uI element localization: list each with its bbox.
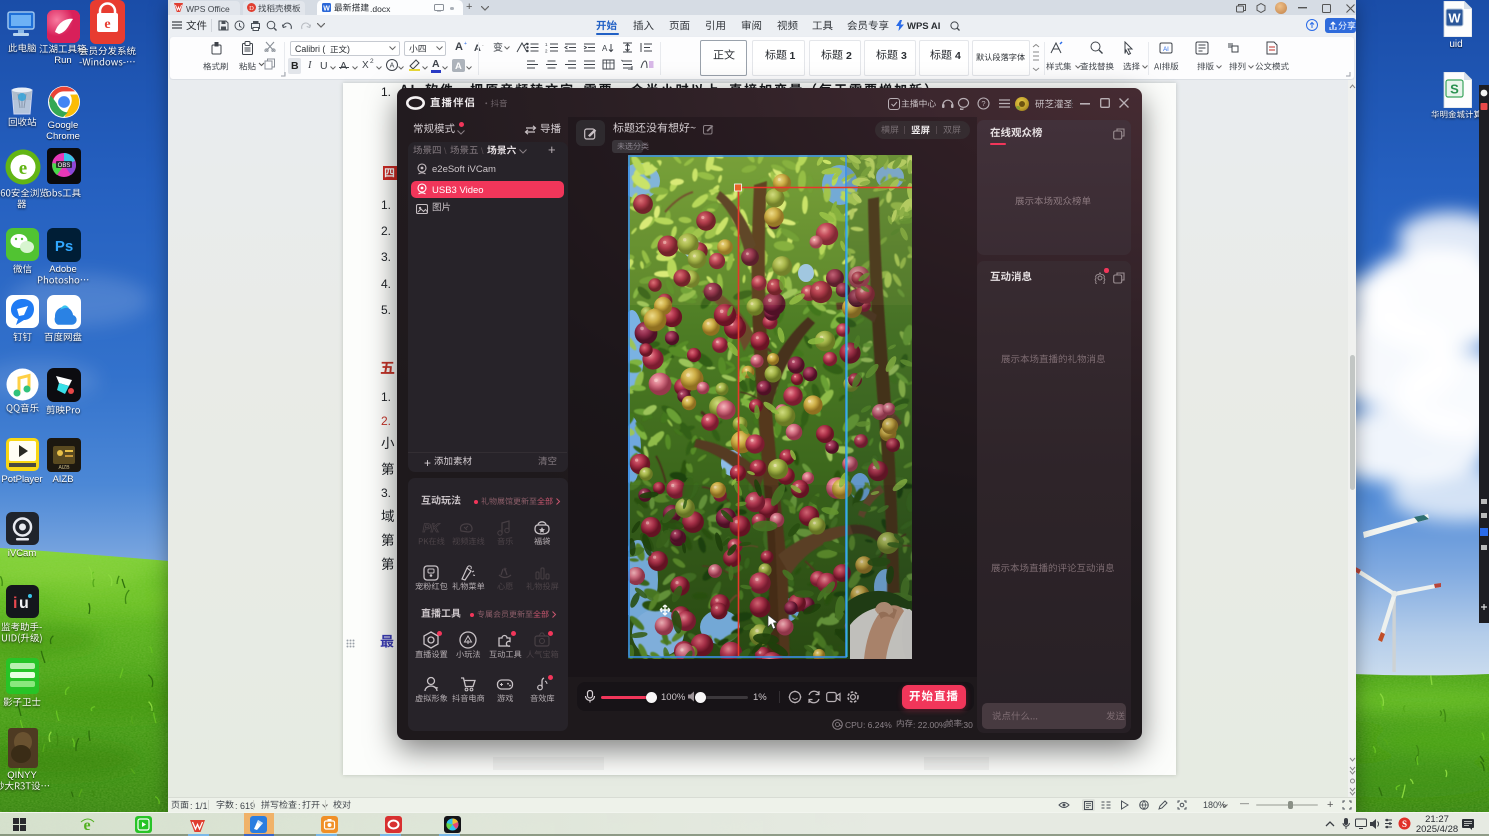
svg-text:W: W: [1448, 11, 1461, 26]
svg-text:-: -: [482, 43, 484, 48]
svg-text:OBS: OBS: [58, 163, 71, 169]
svg-text:S: S: [1450, 82, 1459, 97]
svg-text:A: A: [390, 63, 395, 70]
svg-text:1: 1: [545, 42, 548, 47]
svg-text:2: 2: [545, 49, 548, 54]
svg-text:S: S: [1402, 819, 1407, 829]
svg-text:D: D: [249, 5, 254, 12]
svg-text:AI: AI: [1163, 47, 1169, 53]
svg-text:Ps: Ps: [55, 238, 73, 255]
svg-text:e: e: [104, 17, 110, 32]
svg-text:u: u: [19, 595, 29, 612]
svg-text:i: i: [13, 595, 17, 612]
svg-text:e: e: [19, 158, 27, 179]
svg-text:A: A: [602, 44, 608, 53]
svg-text:?: ?: [981, 99, 985, 108]
svg-text:+: +: [464, 41, 467, 46]
svg-text:PK: PK: [423, 521, 441, 535]
svg-text:W: W: [323, 5, 330, 12]
svg-text:AIZB: AIZB: [58, 465, 70, 471]
